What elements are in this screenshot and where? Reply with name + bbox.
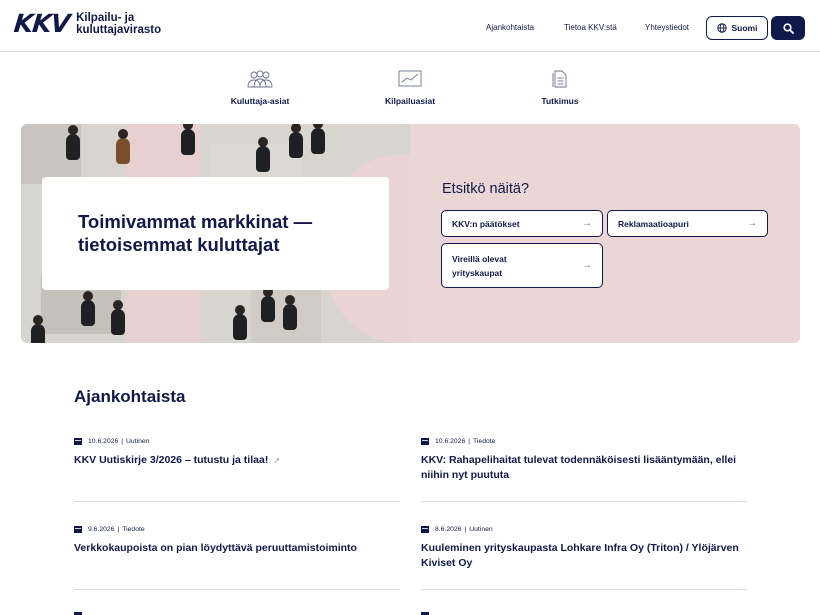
news-date: 8.6.2026: [435, 525, 462, 533]
news-meta: 10.6.2026 | Tiedote: [421, 436, 747, 446]
language-label: Suomi: [731, 23, 758, 33]
calendar-icon: [421, 526, 429, 533]
divider: [421, 589, 747, 590]
globe-icon: [716, 23, 727, 33]
kkv-logo[interactable]: KKV Kilpailu- ja kuluttajavirasto: [12, 9, 162, 38]
news-date: 10.6.2026: [435, 437, 466, 445]
divider: [74, 501, 400, 502]
hero-title: Toimivammat markkinat — tietoisemmat kul…: [78, 211, 313, 255]
search-icon: [782, 22, 794, 34]
quick-link-label: Reklamaatioapuri: [618, 218, 689, 229]
category-kilpailuasiat[interactable]: Kilpailuasiat: [360, 70, 460, 106]
news-title[interactable]: Verkkokaupoista on pian löydyttävä peruu…: [74, 541, 400, 556]
calendar-icon: [421, 438, 429, 445]
arrow-right-icon: →: [747, 218, 757, 229]
people-group-icon: [247, 70, 273, 88]
category-label: Tutkimus: [541, 96, 579, 106]
external-link-icon: ↗: [273, 456, 281, 465]
calendar-icon: [74, 526, 82, 533]
news-type: Uutinen: [469, 525, 493, 533]
news-item[interactable]: 10.6.2026 | Uutinen KKV Uutiskirje 3/202…: [74, 436, 400, 468]
logo-mark: KKV: [12, 9, 71, 38]
news-type: Uutinen: [126, 437, 150, 445]
calendar-icon: [74, 438, 82, 445]
news-meta: 8.6.2026 | Uutinen: [421, 524, 747, 534]
quick-links-heading: Etsitkö näitä?: [442, 181, 530, 197]
divider: [421, 501, 747, 502]
category-kuluttaja-asiat[interactable]: Kuluttaja-asiat: [210, 70, 310, 106]
news-date: 10.6.2026: [88, 437, 119, 445]
news-item[interactable]: 8.6.2026 | Uutinen Kuuleminen yrityskaup…: [421, 524, 747, 571]
logo-text: Kilpailu- ja kuluttajavirasto: [76, 12, 161, 37]
nav-ajankohtaista[interactable]: Ajankohtaista: [486, 23, 534, 32]
quick-link-kkv-paatokset[interactable]: KKV:n päätökset →: [441, 210, 603, 237]
site-header: KKV Kilpailu- ja kuluttajavirasto Ajanko…: [0, 0, 820, 52]
language-button[interactable]: Suomi: [706, 16, 768, 40]
quick-link-reklamaatioapuri[interactable]: Reklamaatioapuri →: [607, 210, 768, 237]
category-tutkimus[interactable]: Tutkimus: [510, 70, 610, 106]
news-meta: 9.6.2026 | Tiedote: [74, 524, 400, 534]
document-icon: [552, 70, 567, 88]
news-item[interactable]: 10.6.2026 | Tiedote KKV: Rahapelihaitat …: [421, 436, 747, 483]
news-title[interactable]: KKV Uutiskirje 3/2026 – tutustu ja tilaa…: [74, 453, 400, 468]
news-type: Tiedote: [473, 437, 496, 445]
hero-banner: Toimivammat markkinat — tietoisemmat kul…: [21, 124, 800, 343]
news-meta: 10.6.2026 | Uutinen: [74, 436, 400, 446]
news-item[interactable]: 9.6.2026 | Tiedote Verkkokaupoista on pi…: [74, 524, 400, 556]
search-button[interactable]: [771, 16, 805, 40]
category-label: Kilpailuasiat: [384, 96, 436, 106]
divider: [74, 589, 400, 590]
nav-yhteystiedot[interactable]: Yhteystiedot: [645, 23, 689, 32]
logo-line-2: kuluttajavirasto: [76, 24, 162, 36]
nav-tietoa-kkv[interactable]: Tietoa KKV:stä: [564, 23, 617, 32]
calendar-icon: [74, 612, 82, 615]
line-chart-icon: [398, 70, 422, 87]
category-label: Kuluttaja-asiat: [230, 96, 290, 106]
hero-quick-links-panel: Etsitkö näitä? KKV:n päätökset → Reklama…: [410, 124, 800, 343]
news-type: Tiedote: [122, 525, 145, 533]
news-title[interactable]: Kuuleminen yrityskaupasta Lohkare Infra …: [421, 541, 747, 571]
news-date: 9.6.2026: [88, 525, 115, 533]
calendar-icon: [421, 612, 429, 615]
quick-link-vireilla-olevat[interactable]: Vireillä olevat yrityskaupat →: [441, 243, 603, 288]
quick-link-label: Vireillä olevat yrityskaupat: [452, 253, 507, 278]
arrow-right-icon: →: [582, 218, 592, 229]
logo-line-1: Kilpailu- ja: [76, 11, 135, 24]
hero-title-card: Toimivammat markkinat — tietoisemmat kul…: [42, 177, 389, 290]
quick-link-label: KKV:n päätökset: [452, 218, 520, 229]
news-title[interactable]: KKV: Rahapelihaitat tulevat todennäköise…: [421, 453, 747, 483]
arrow-right-icon: →: [582, 260, 592, 271]
news-heading: Ajankohtaista: [74, 387, 186, 406]
